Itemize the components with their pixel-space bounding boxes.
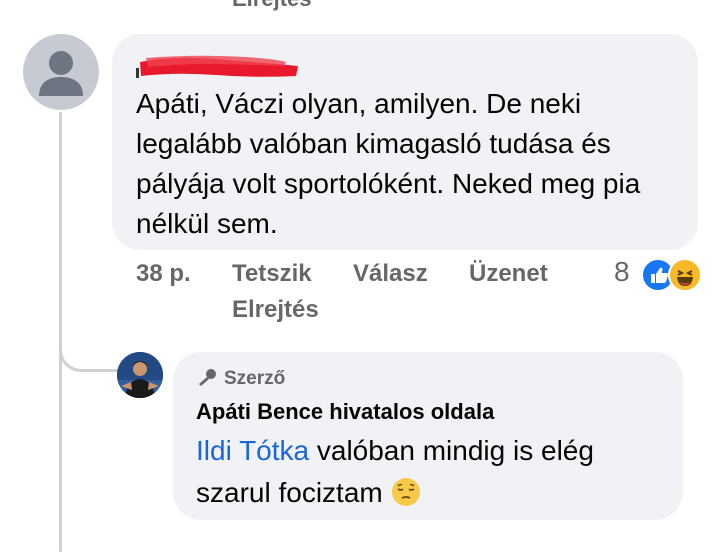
user-silhouette-icon [39,51,83,96]
reaction-count[interactable]: 8 [614,256,630,288]
reply-action[interactable]: Válasz [353,260,428,288]
reply-text: Ildi Tótka valóban mindig is elég szarul … [196,435,594,508]
message-action[interactable]: Üzenet [469,260,548,288]
microphone-icon [199,369,216,386]
like-action[interactable]: Tetszik [232,260,312,288]
hide-link-previous[interactable]: Elrejtés [232,0,312,12]
comment-text: Apáti, Váczi olyan, amilyen. De neki leg… [136,88,641,239]
hide-action[interactable]: Elrejtés [232,296,319,324]
page-avatar[interactable] [117,352,163,398]
page-name-link[interactable]: Apáti Bence hivatalos oldala [196,399,494,425]
redacted-author-name [136,55,298,78]
author-badge: Szerző [196,368,285,390]
haha-icon[interactable] [668,258,702,292]
pensive-face-icon [391,478,420,506]
avatar-default[interactable] [23,34,99,110]
thread-connector [59,326,125,372]
comment-timestamp[interactable]: 38 p. [136,260,191,288]
mention-link[interactable]: Ildi Tótka [196,435,309,466]
